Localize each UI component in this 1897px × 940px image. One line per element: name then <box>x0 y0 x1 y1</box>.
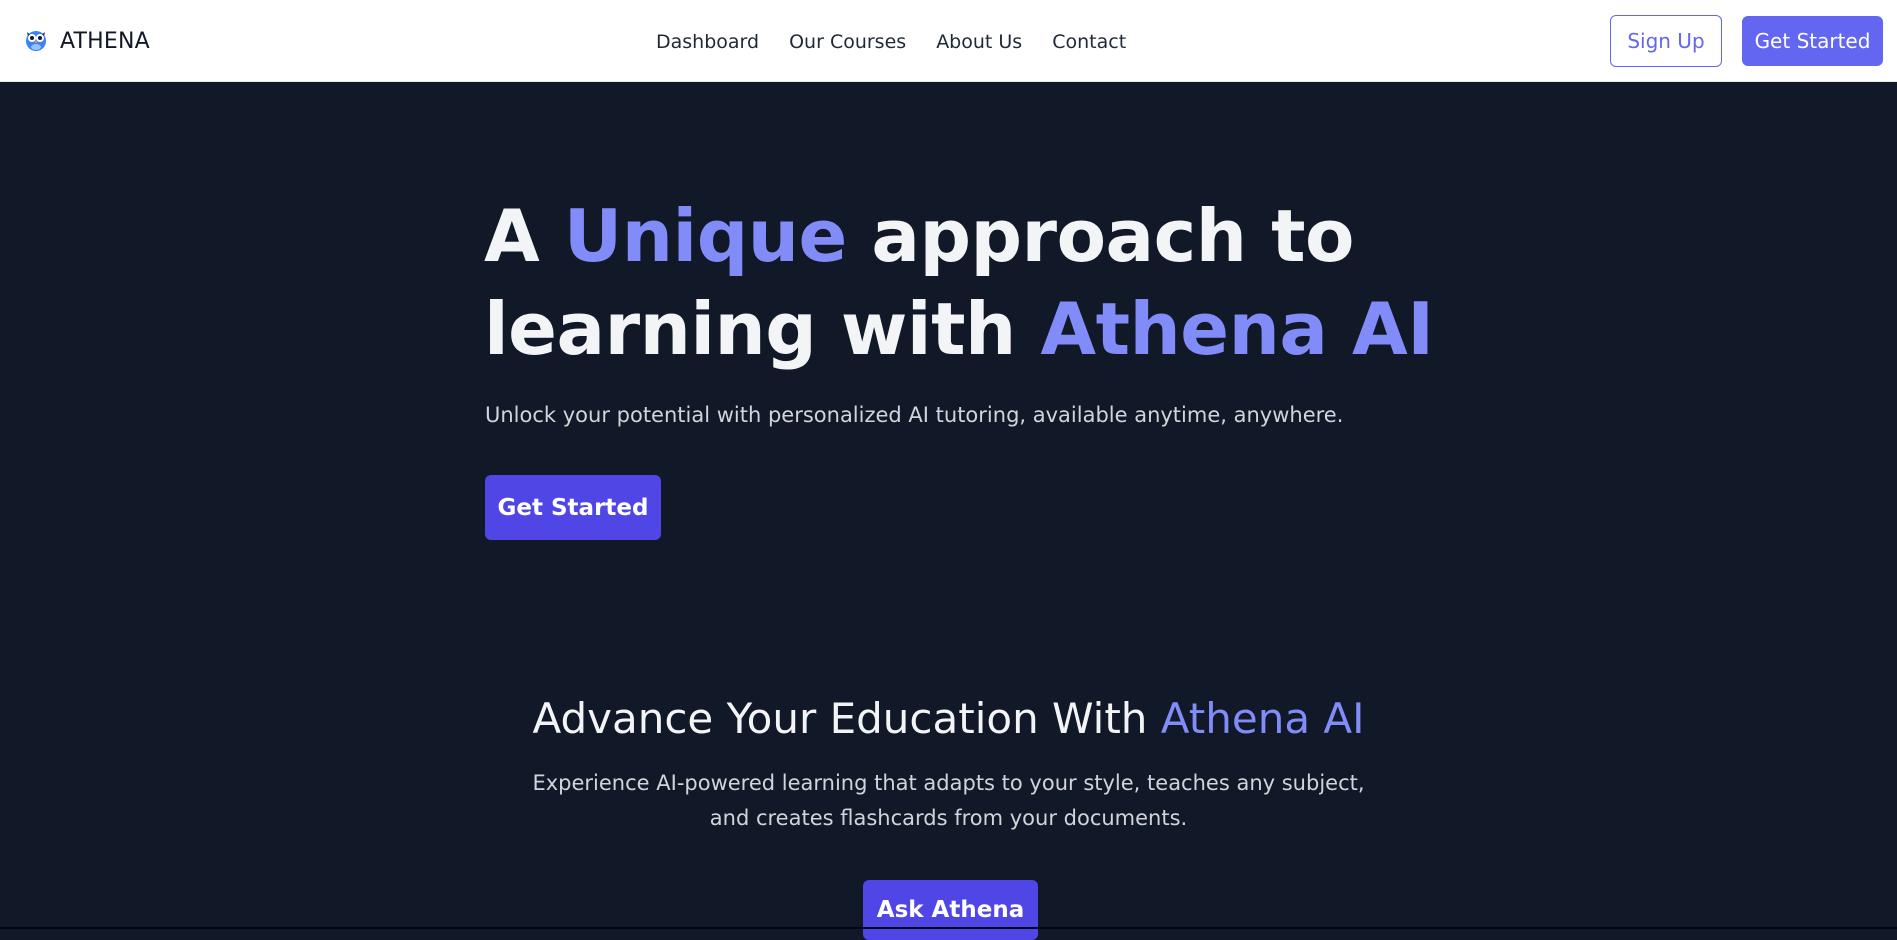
brand-name: ATHENA <box>60 28 150 54</box>
ask-athena-button[interactable]: Ask Athena <box>863 880 1038 940</box>
hero-subtitle: Unlock your potential with personalized … <box>485 403 1344 427</box>
brand-logo-link[interactable]: ATHENA <box>24 24 150 58</box>
hero-title-part3: learning with <box>484 287 1041 371</box>
sign-up-button[interactable]: Sign Up <box>1610 15 1722 67</box>
advance-title: Advance Your Education With Athena AI <box>0 690 1897 748</box>
advance-title-part1: Advance Your Education With <box>532 694 1161 743</box>
nav-get-started-button[interactable]: Get Started <box>1742 16 1883 66</box>
hero-get-started-button[interactable]: Get Started <box>485 475 661 540</box>
nav-link-our-courses[interactable]: Our Courses <box>789 31 906 53</box>
hero-title-part2: approach to <box>846 194 1355 278</box>
advance-section: Advance Your Education With Athena AI Ex… <box>0 690 1897 836</box>
hero-title: A Unique approach to learning with Athena… <box>484 190 1434 376</box>
nav-link-contact[interactable]: Contact <box>1052 31 1126 53</box>
hero-title-accent-unique: Unique <box>563 194 848 278</box>
hero-title-accent-athena: Athena AI <box>1040 287 1434 371</box>
top-navbar: ATHENA Dashboard Our Courses About Us Co… <box>0 0 1897 82</box>
advance-description: Experience AI-powered learning that adap… <box>532 771 1365 830</box>
owl-icon <box>24 26 48 56</box>
advance-title-accent: Athena AI <box>1160 694 1365 743</box>
main-nav: Dashboard Our Courses About Us Contact <box>656 26 1126 58</box>
nav-link-about-us[interactable]: About Us <box>936 31 1022 53</box>
hero-title-part1: A <box>484 194 564 278</box>
nav-link-dashboard[interactable]: Dashboard <box>656 31 759 53</box>
